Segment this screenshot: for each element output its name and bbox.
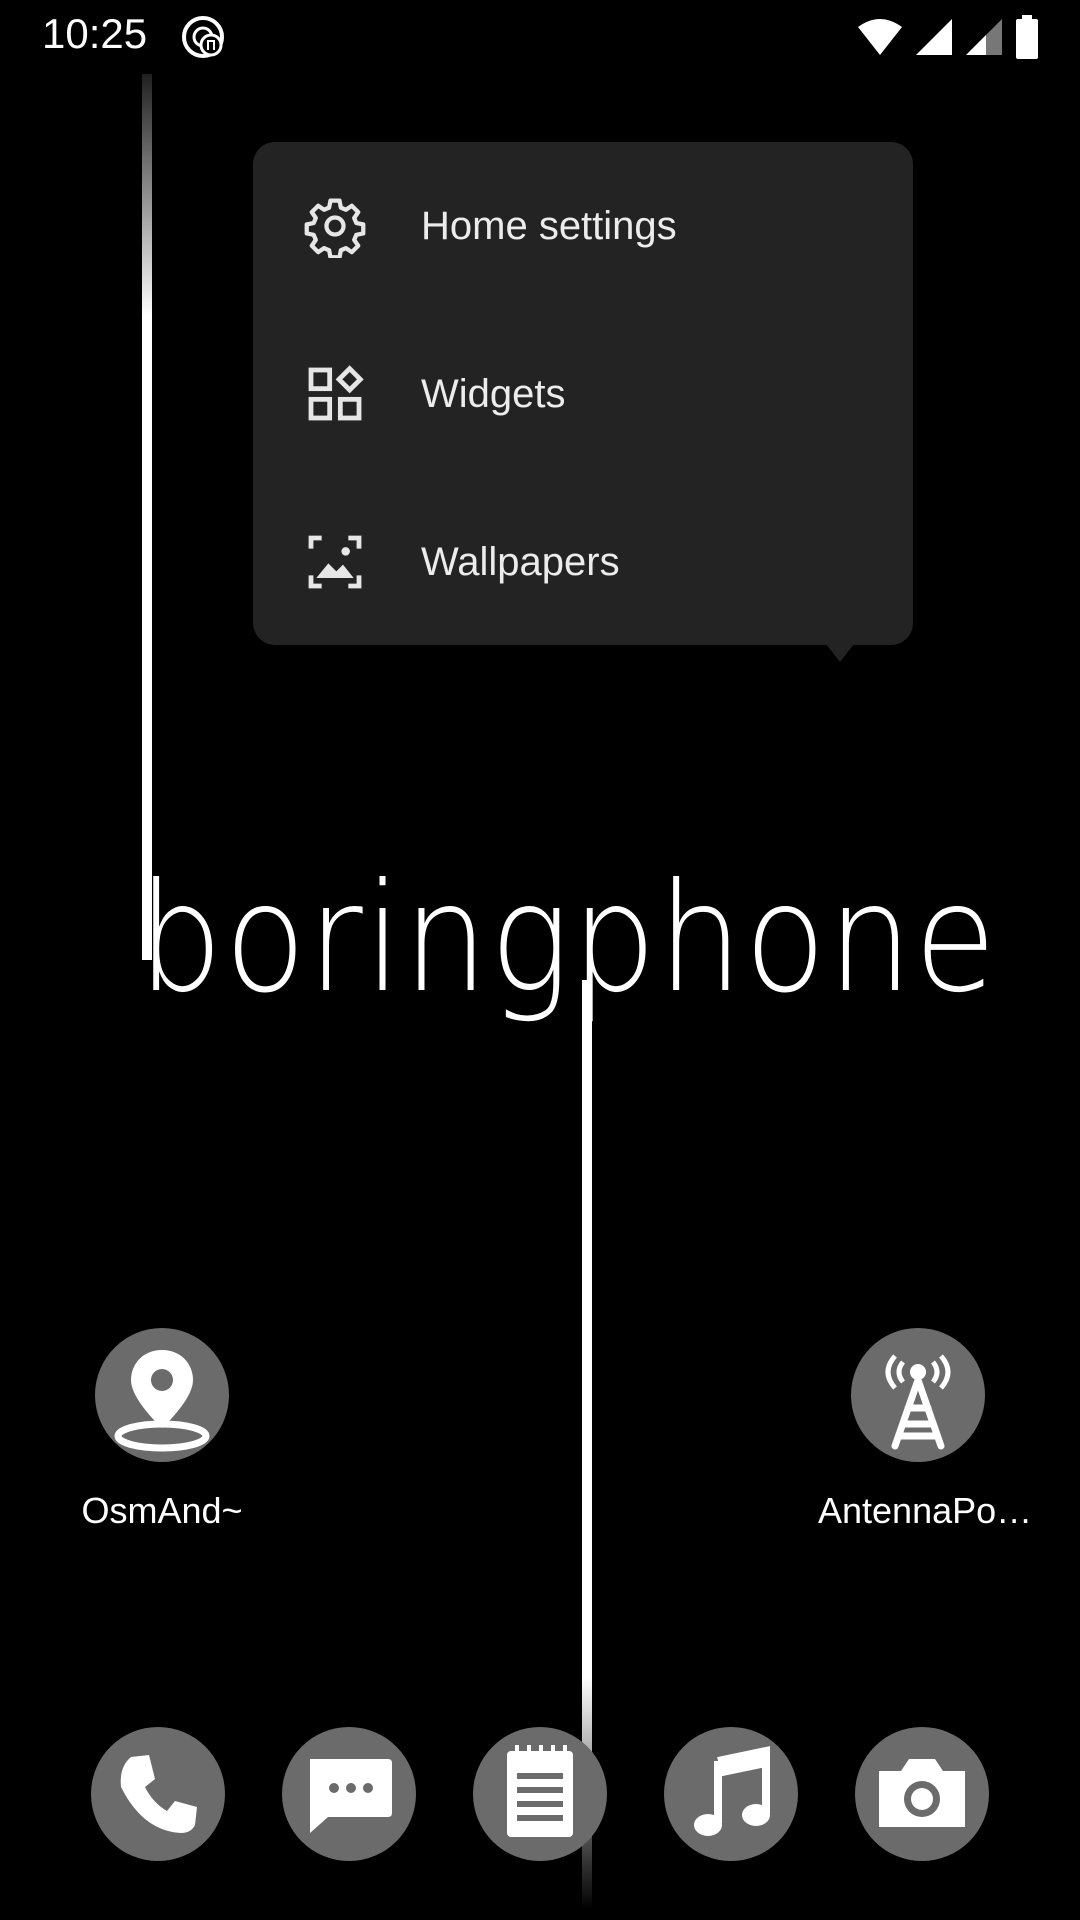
app-antennapod[interactable]: AntennaPo… (818, 1328, 1033, 1532)
status-icons (856, 14, 1040, 60)
wallpaper-icon (303, 530, 367, 594)
signal-icon-2 (966, 19, 1002, 55)
wifi-icon (858, 19, 902, 55)
status-bar: 10:25 (0, 0, 1080, 74)
app-icon[interactable] (851, 1328, 985, 1462)
menu-item-label: Wallpapers (421, 539, 620, 584)
dock-messages[interactable] (282, 1727, 416, 1861)
music-icon (694, 1746, 770, 1836)
menu-item-label: Home settings (421, 203, 677, 248)
dock-notes[interactable] (473, 1727, 607, 1861)
dock-phone[interactable] (91, 1727, 225, 1861)
home-context-menu: Home settings Widgets Wallpapers (253, 142, 913, 645)
status-time: 10:25 (42, 10, 148, 57)
dock-music[interactable] (664, 1727, 798, 1861)
map-pin-icon (114, 1350, 210, 1452)
signal-icon (916, 19, 952, 55)
app-label: AntennaPo… (818, 1490, 1033, 1531)
gear-icon (303, 194, 367, 258)
podcast-notification-icon (180, 14, 226, 60)
widgets-icon (303, 362, 367, 426)
notes-icon (507, 1745, 573, 1837)
menu-item-home-settings[interactable]: Home settings (253, 142, 913, 310)
messages-icon (310, 1759, 392, 1833)
camera-icon (879, 1759, 965, 1827)
phone-icon (120, 1755, 197, 1833)
app-osmand[interactable]: OsmAnd~ (62, 1328, 262, 1532)
menu-item-label: Widgets (421, 371, 566, 416)
app-label: OsmAnd~ (81, 1490, 243, 1531)
battery-icon (1016, 15, 1038, 59)
menu-item-widgets[interactable]: Widgets (253, 310, 913, 478)
antenna-icon (885, 1354, 951, 1450)
wallpaper-line-left (142, 40, 152, 960)
menu-item-wallpapers[interactable]: Wallpapers (253, 478, 913, 646)
menu-pointer (826, 644, 854, 662)
dock-camera[interactable] (855, 1727, 989, 1861)
app-icon[interactable] (95, 1328, 229, 1462)
